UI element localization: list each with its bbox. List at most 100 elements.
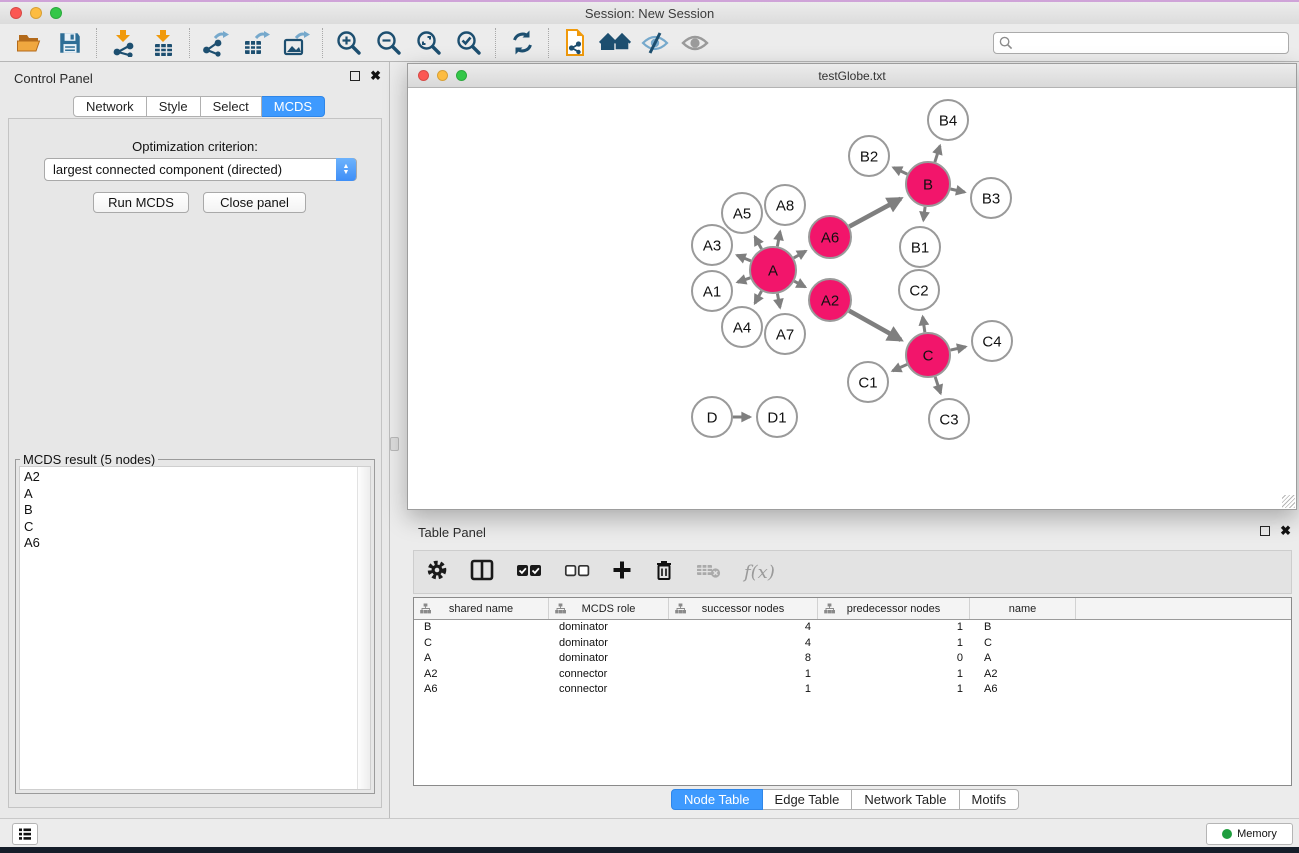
show-panels-menu-button[interactable] bbox=[12, 823, 38, 845]
column-header-predecessor-nodes[interactable]: predecessor nodes bbox=[818, 598, 970, 619]
graph-node-B2[interactable]: B2 bbox=[849, 136, 889, 176]
float-panel-icon[interactable] bbox=[350, 71, 360, 81]
graph-node-B4[interactable]: B4 bbox=[928, 100, 968, 140]
graph-node-A8[interactable]: A8 bbox=[765, 185, 805, 225]
tab-select[interactable]: Select bbox=[201, 96, 262, 117]
zoom-out-button[interactable] bbox=[369, 27, 409, 59]
close-table-panel-icon[interactable]: ✖ bbox=[1280, 526, 1291, 536]
graph-edge-A2-C[interactable] bbox=[849, 311, 901, 340]
mcds-result-item[interactable]: A6 bbox=[24, 535, 370, 552]
toggle-columns-button[interactable] bbox=[470, 559, 494, 586]
refresh-button[interactable] bbox=[502, 27, 542, 59]
mcds-result-list[interactable]: A2ABCA6 bbox=[19, 466, 371, 790]
column-header-shared-name[interactable]: shared name bbox=[414, 598, 549, 619]
delete-columns-button[interactable] bbox=[654, 559, 674, 586]
graph-edge-A-A6[interactable] bbox=[794, 251, 806, 258]
main-titlebar[interactable]: Session: New Session bbox=[0, 2, 1299, 24]
graph-edge-A-A4[interactable] bbox=[755, 291, 762, 303]
graph-edge-A-A2[interactable] bbox=[794, 281, 805, 287]
zoom-fit-button[interactable] bbox=[409, 27, 449, 59]
tab-network-table[interactable]: Network Table bbox=[852, 789, 959, 810]
graph-edge-B-B2[interactable] bbox=[893, 168, 907, 175]
graph-node-A6[interactable]: A6 bbox=[809, 216, 851, 258]
zoom-selected-button[interactable] bbox=[449, 27, 489, 59]
tab-motifs[interactable]: Motifs bbox=[960, 789, 1020, 810]
import-network-button[interactable] bbox=[103, 27, 143, 59]
graph-edge-A-A3[interactable] bbox=[737, 255, 751, 261]
function-builder-button[interactable]: f(x) bbox=[744, 562, 775, 583]
graph-node-A[interactable]: A bbox=[750, 247, 796, 293]
import-table-button[interactable] bbox=[143, 27, 183, 59]
scrollbar-track[interactable] bbox=[357, 467, 370, 789]
table-row[interactable]: A6connector11A6 bbox=[414, 682, 1291, 698]
graph-edge-B-B4[interactable] bbox=[935, 146, 940, 162]
graph-edge-C-C1[interactable] bbox=[893, 364, 907, 370]
window-resize-grip[interactable] bbox=[1282, 495, 1295, 508]
open-session-button[interactable] bbox=[10, 27, 50, 59]
run-mcds-button[interactable]: Run MCDS bbox=[93, 192, 189, 213]
close-panel-button[interactable]: Close panel bbox=[203, 192, 306, 213]
tab-node-table[interactable]: Node Table bbox=[671, 789, 763, 810]
graph-node-D1[interactable]: D1 bbox=[757, 397, 797, 437]
graph-edge-B-B3[interactable] bbox=[950, 189, 964, 192]
save-session-button[interactable] bbox=[50, 27, 90, 59]
table-row[interactable]: Adominator80A bbox=[414, 651, 1291, 667]
search-input[interactable] bbox=[993, 32, 1289, 54]
network-window-titlebar[interactable]: testGlobe.txt bbox=[408, 64, 1296, 88]
tab-mcds[interactable]: MCDS bbox=[262, 96, 325, 117]
mcds-result-item[interactable]: A bbox=[24, 486, 370, 503]
graph-edge-A-A1[interactable] bbox=[738, 278, 751, 282]
mcds-result-item[interactable]: C bbox=[24, 519, 370, 536]
export-network-button[interactable] bbox=[196, 27, 236, 59]
zoom-in-button[interactable] bbox=[329, 27, 369, 59]
close-panel-icon[interactable]: ✖ bbox=[370, 71, 381, 81]
graph-edge-A-A5[interactable] bbox=[755, 237, 762, 249]
graph-edge-A-A8[interactable] bbox=[777, 232, 780, 247]
tab-network[interactable]: Network bbox=[73, 96, 147, 117]
table-settings-button[interactable] bbox=[426, 559, 448, 586]
graph-node-D[interactable]: D bbox=[692, 397, 732, 437]
add-column-button[interactable] bbox=[612, 560, 632, 585]
column-header-MCDS-role[interactable]: MCDS role bbox=[549, 598, 669, 619]
table-row[interactable]: A2connector11A2 bbox=[414, 667, 1291, 683]
tab-edge-table[interactable]: Edge Table bbox=[763, 789, 853, 810]
tab-style[interactable]: Style bbox=[147, 96, 201, 117]
graph-edge-C-C3[interactable] bbox=[935, 377, 940, 393]
graph-node-C3[interactable]: C3 bbox=[929, 399, 969, 439]
graph-node-A5[interactable]: A5 bbox=[722, 193, 762, 233]
graph-node-C4[interactable]: C4 bbox=[972, 321, 1012, 361]
table-row[interactable]: Bdominator41B bbox=[414, 620, 1291, 636]
graph-edge-C-C4[interactable] bbox=[950, 347, 965, 350]
graph-edge-B-B1[interactable] bbox=[923, 207, 925, 220]
mcds-result-item[interactable]: A2 bbox=[24, 469, 370, 486]
float-table-panel-icon[interactable] bbox=[1260, 526, 1270, 536]
select-all-rows-button[interactable] bbox=[516, 562, 542, 583]
memory-button[interactable]: Memory bbox=[1206, 823, 1293, 845]
splitpane-divider-grip[interactable] bbox=[390, 437, 399, 451]
graph-node-C[interactable]: C bbox=[906, 333, 950, 377]
column-header-successor-nodes[interactable]: successor nodes bbox=[669, 598, 818, 619]
graph-node-B[interactable]: B bbox=[906, 162, 950, 206]
show-all-button[interactable] bbox=[595, 27, 635, 59]
show-graphics-details-button[interactable] bbox=[675, 27, 715, 59]
mcds-result-item[interactable]: B bbox=[24, 502, 370, 519]
graph-edge-A-A7[interactable] bbox=[777, 294, 780, 308]
graph-node-A2[interactable]: A2 bbox=[809, 279, 851, 321]
graph-node-A3[interactable]: A3 bbox=[692, 225, 732, 265]
graph-node-A4[interactable]: A4 bbox=[722, 307, 762, 347]
graph-node-C2[interactable]: C2 bbox=[899, 270, 939, 310]
export-image-button[interactable] bbox=[276, 27, 316, 59]
column-header-name[interactable]: name bbox=[970, 598, 1076, 619]
graph-node-A7[interactable]: A7 bbox=[765, 314, 805, 354]
new-network-from-selection-button[interactable] bbox=[555, 27, 595, 59]
deselect-all-rows-button[interactable] bbox=[564, 562, 590, 583]
graph-node-C1[interactable]: C1 bbox=[848, 362, 888, 402]
graph-node-B1[interactable]: B1 bbox=[900, 227, 940, 267]
network-graph-canvas[interactable]: A A1 A2 A3 A4 A5 A6 A7 A8 B B1 B2 B3B4 C C1 C2 C3C4 D D1 bbox=[408, 88, 1296, 509]
graph-edge-C-C2[interactable] bbox=[923, 317, 925, 332]
graph-node-B3[interactable]: B3 bbox=[971, 178, 1011, 218]
graph-node-A1[interactable]: A1 bbox=[692, 271, 732, 311]
graph-edge-A6-B[interactable] bbox=[849, 199, 900, 227]
export-table-button[interactable] bbox=[236, 27, 276, 59]
optimization-criterion-select[interactable]: largest connected component (directed) ▲… bbox=[44, 158, 357, 181]
